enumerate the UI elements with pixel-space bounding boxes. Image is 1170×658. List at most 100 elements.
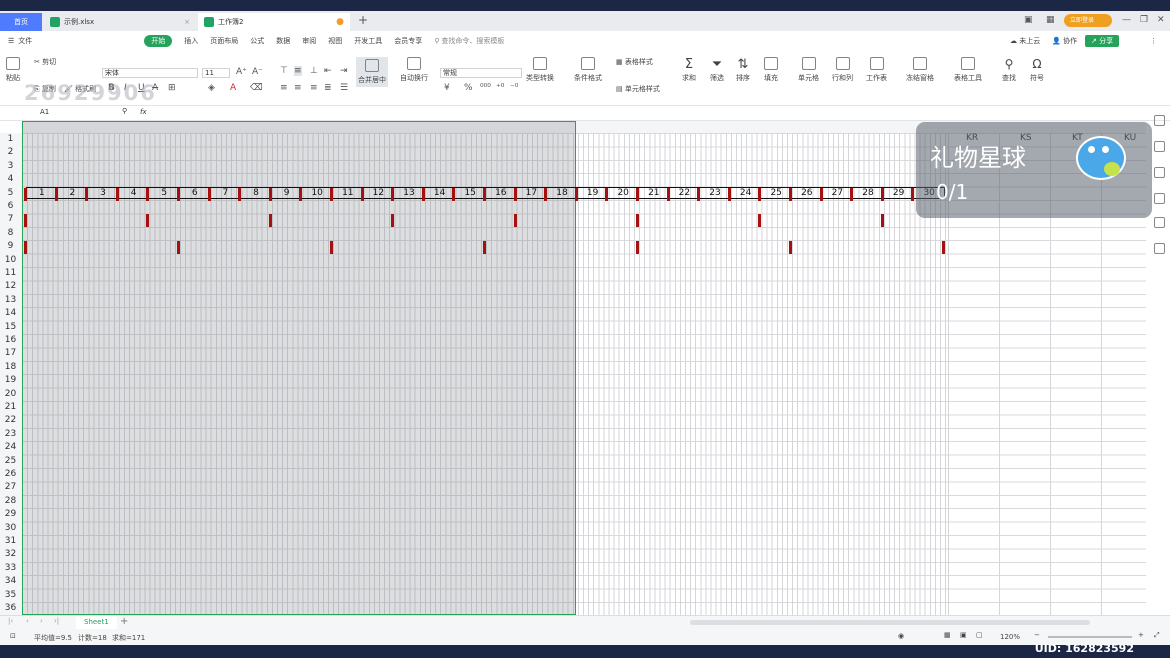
sort-button[interactable]: ⇅ 排序 [736,57,750,83]
hamburger-icon[interactable]: ☰ [8,37,14,45]
filter-button[interactable]: ⏷ 筛选 [710,57,724,83]
sidebar-adjust-icon[interactable] [1154,167,1165,178]
number-format-select[interactable]: 常规 [440,68,522,78]
view-page-icon[interactable]: ▣ [960,631,967,639]
row-number[interactable]: 11 [0,267,21,280]
view-read-icon[interactable]: ▢ [976,631,983,639]
align-center-icon[interactable]: ≡ [294,83,302,93]
day-number-cell[interactable]: 4 [117,187,150,199]
zoom-out-icon[interactable]: − [1034,631,1040,639]
row-number[interactable]: 21 [0,401,21,414]
row-number[interactable]: 3 [0,160,21,173]
tab-home[interactable]: 首页 [0,13,42,31]
row-number[interactable]: 25 [0,455,21,468]
fullscreen-icon[interactable]: ⤢ [1154,631,1160,640]
row-number[interactable]: 34 [0,575,21,588]
wrap-button[interactable]: 自动换行 [400,57,428,83]
font-color-icon[interactable]: A [230,83,236,93]
worksheet-button[interactable]: 工作表 [866,57,887,83]
row-number[interactable]: 6 [0,200,21,213]
tab-close-icon[interactable]: × [184,18,190,26]
day-number-cell[interactable]: 5 [148,187,180,199]
row-number[interactable]: 2 [0,146,21,159]
sidebar-select-icon[interactable] [1154,115,1165,126]
row-number[interactable]: 30 [0,522,21,535]
login-button[interactable]: 立即登录 [1064,14,1112,27]
table-style-button[interactable]: ▦ 表格样式 [616,57,653,67]
day-number-cell[interactable]: 10 [301,187,333,199]
align-left-icon[interactable]: ≡ [280,83,288,93]
sidebar-image-icon[interactable] [1154,217,1165,228]
day-number-cell[interactable]: 19 [576,187,609,199]
row-number[interactable]: 22 [0,414,21,427]
row-number[interactable]: 33 [0,562,21,575]
font-shrink-icon[interactable]: A⁻ [252,67,263,77]
row-number[interactable]: 29 [0,508,21,521]
day-number-cell[interactable]: 22 [668,187,701,199]
paste-button[interactable]: 粘贴 [6,57,20,83]
row-number[interactable]: 16 [0,334,21,347]
menu-page-layout[interactable]: 页面布局 [210,36,238,46]
row-header-bar[interactable]: 1 2 3 4 5 6 7 8 9 10 11 12 13 14 15 16 17 18 19 20 21 22 23 24 2… [0,133,23,615]
day-number-cell[interactable]: 24 [729,187,762,199]
row-number[interactable]: 1 [0,133,21,146]
tab-workbook2[interactable]: 工作簿2 ● [198,13,350,31]
decimal-remove-icon[interactable]: ⁻⁰ [510,83,518,93]
horizontal-scrollbar[interactable] [690,620,1090,625]
row-number[interactable]: 18 [0,361,21,374]
zoom-in-icon[interactable]: + [1138,631,1144,639]
zoom-slider[interactable] [1048,636,1132,638]
row-number[interactable]: 32 [0,548,21,561]
menu-formula[interactable]: 公式 [250,36,264,46]
indent-decrease-icon[interactable]: ⇤ [324,66,332,76]
sidebar-backup-icon[interactable] [1154,243,1165,254]
row-number[interactable]: 14 [0,307,21,320]
row-number[interactable]: 10 [0,254,21,267]
menu-review[interactable]: 审阅 [302,36,316,46]
distribute-icon[interactable]: ☰ [340,83,348,93]
menu-view[interactable]: 视图 [328,36,342,46]
day-number-cell[interactable]: 29 [882,187,915,199]
align-middle-icon[interactable]: ≡ [294,66,302,76]
row-number[interactable]: 20 [0,388,21,401]
row-number[interactable]: 13 [0,294,21,307]
day-number-cell[interactable]: 16 [485,187,517,199]
row-number[interactable]: 4 [0,173,21,186]
name-box[interactable]: A1 [40,108,49,116]
table-tools-button[interactable]: 表格工具 [954,57,982,83]
freeze-button[interactable]: 冻结窗格 [906,57,934,83]
row-number[interactable]: 35 [0,589,21,602]
cell-style-button[interactable]: ▤ 单元格样式 [616,84,660,94]
justify-icon[interactable]: ≣ [324,83,332,93]
row-number[interactable]: 7 [0,213,21,226]
sidebar-style-icon[interactable] [1154,193,1165,204]
macro-icon[interactable]: ⊡ [10,632,16,640]
row-number[interactable]: 36 [0,602,21,615]
share-button[interactable]: ↗ 分享 [1085,35,1120,47]
day-number-cell[interactable]: 26 [791,187,823,199]
day-number-cell[interactable]: 14 [423,187,456,199]
fill-color-icon[interactable]: ◈ [208,83,215,93]
font-size-select[interactable]: 11 [202,68,230,78]
thousands-icon[interactable]: ⁰⁰⁰ [480,83,491,93]
sheet-nav-prev-icon[interactable]: ‹ [26,617,29,625]
more-icon[interactable]: ⋮ [1150,37,1157,45]
close-icon[interactable]: ✕ [1157,15,1165,25]
row-number[interactable]: 28 [0,495,21,508]
font-grow-icon[interactable]: A⁺ [236,67,247,77]
minimize-icon[interactable]: — [1122,15,1131,25]
clear-icon[interactable]: ⌫ [250,83,263,93]
row-number[interactable]: 31 [0,535,21,548]
row-number[interactable]: 15 [0,321,21,334]
border-icon[interactable]: ⊞ [168,83,176,93]
restore-icon[interactable]: ❐ [1140,15,1148,25]
row-number[interactable]: 23 [0,428,21,441]
align-top-icon[interactable]: ⊤ [280,66,288,76]
row-number[interactable]: 5 [0,187,21,200]
menu-data[interactable]: 数据 [276,36,290,46]
menu-developer[interactable]: 开发工具 [354,36,382,46]
day-number-cell[interactable]: 8 [240,187,272,199]
row-number[interactable]: 26 [0,468,21,481]
row-number[interactable]: 19 [0,374,21,387]
zoom-level[interactable]: 120% [1000,633,1020,641]
